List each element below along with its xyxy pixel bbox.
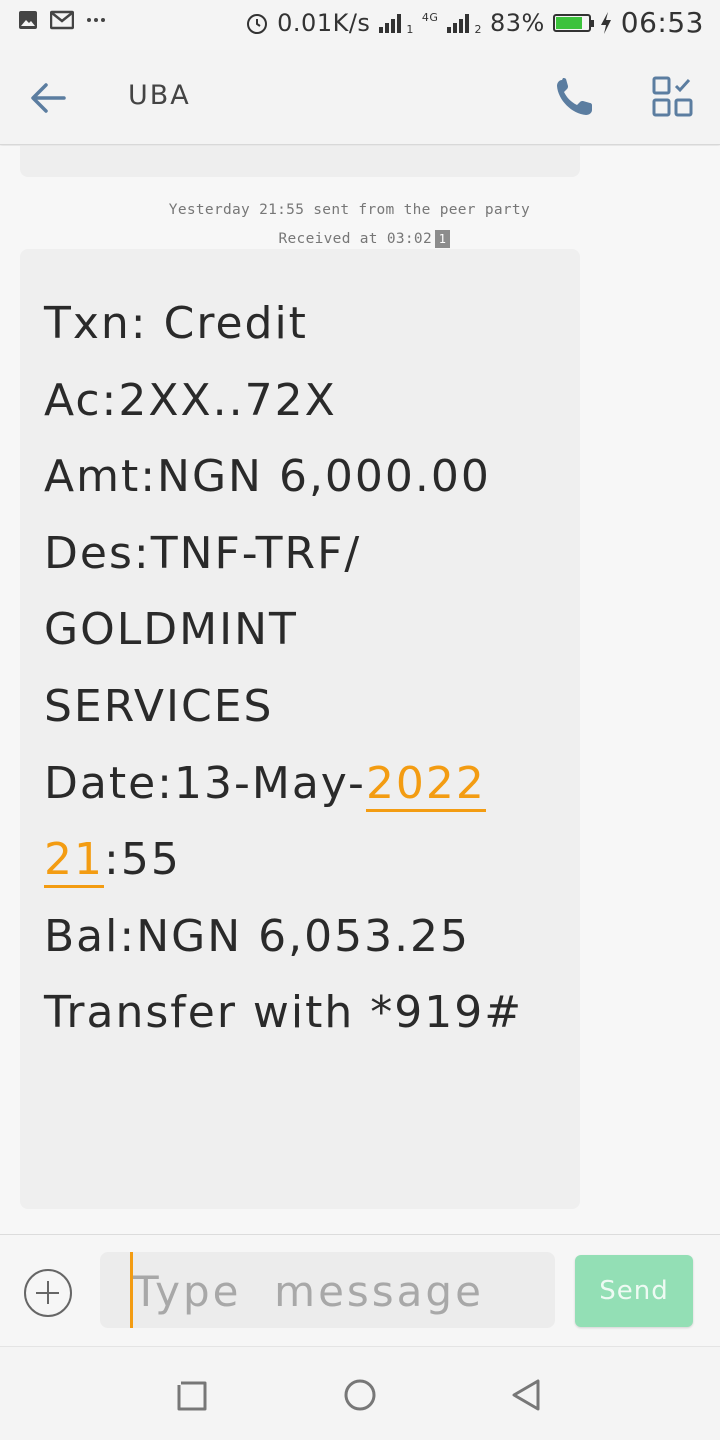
home-icon bbox=[344, 1379, 376, 1411]
date-prefix: Date:13-May- bbox=[44, 757, 366, 809]
more-notifications-icon bbox=[87, 18, 105, 22]
home-button[interactable] bbox=[340, 1375, 380, 1415]
time-suffix: :55 bbox=[104, 834, 181, 886]
sim2-label: 2 bbox=[474, 23, 482, 36]
details-button[interactable] bbox=[650, 74, 696, 120]
gallery-icon bbox=[19, 11, 37, 29]
call-button[interactable] bbox=[552, 74, 598, 120]
recents-icon bbox=[177, 1381, 207, 1411]
back-button[interactable] bbox=[26, 76, 70, 120]
sent-info: Yesterday 21:55 sent from the peer party bbox=[168, 202, 530, 218]
sim1-label: 1 bbox=[406, 23, 414, 36]
phone-icon bbox=[557, 78, 592, 115]
attach-button[interactable] bbox=[24, 1269, 72, 1317]
contact-name: UBA bbox=[128, 80, 191, 111]
message-bubble[interactable]: Txn: Credit Ac:2XX..72X Amt:NGN 6,000.00… bbox=[20, 249, 580, 1209]
network-type: 4G bbox=[421, 11, 439, 24]
message-input[interactable] bbox=[133, 1261, 543, 1321]
back-icon bbox=[512, 1379, 540, 1411]
received-info: Received at 03:02 bbox=[278, 231, 432, 247]
nav-back-button[interactable] bbox=[506, 1375, 546, 1415]
battery-level bbox=[555, 16, 583, 29]
year-link[interactable]: 2022 bbox=[365, 757, 486, 812]
message-line: Transfer with *919# bbox=[44, 987, 524, 1039]
notification-icons bbox=[18, 10, 106, 30]
alarm-icon bbox=[247, 13, 268, 34]
message-composer: Send bbox=[0, 1234, 720, 1346]
send-button[interactable]: Send bbox=[575, 1255, 693, 1327]
grid-icon bbox=[652, 76, 693, 117]
navigation-bar bbox=[0, 1346, 720, 1440]
signal-icon bbox=[447, 13, 470, 33]
conversation-header: UBA bbox=[0, 50, 720, 145]
system-indicators: 0.01K/s 1 4G 2 83% 06:53 bbox=[245, 6, 704, 39]
hour-link[interactable]: 21 bbox=[44, 834, 104, 889]
received-info-row: Received at 03:02 1 bbox=[278, 230, 450, 248]
recents-button[interactable] bbox=[172, 1375, 212, 1415]
sim-badge: 1 bbox=[435, 230, 450, 248]
charging-icon bbox=[600, 11, 611, 34]
message-list[interactable]: Yesterday 21:55 sent from the peer party… bbox=[0, 146, 720, 1234]
signal-icon bbox=[379, 13, 402, 33]
clock: 06:53 bbox=[620, 6, 704, 39]
back-arrow-icon bbox=[31, 83, 66, 113]
previous-message-bubble[interactable] bbox=[20, 146, 580, 177]
battery-icon bbox=[552, 13, 594, 32]
gmail-icon bbox=[50, 10, 74, 30]
network-speed: 0.01K/s bbox=[277, 8, 371, 37]
status-bar: 0.01K/s 1 4G 2 83% 06:53 bbox=[0, 0, 720, 50]
battery-percent: 83% bbox=[489, 8, 545, 37]
